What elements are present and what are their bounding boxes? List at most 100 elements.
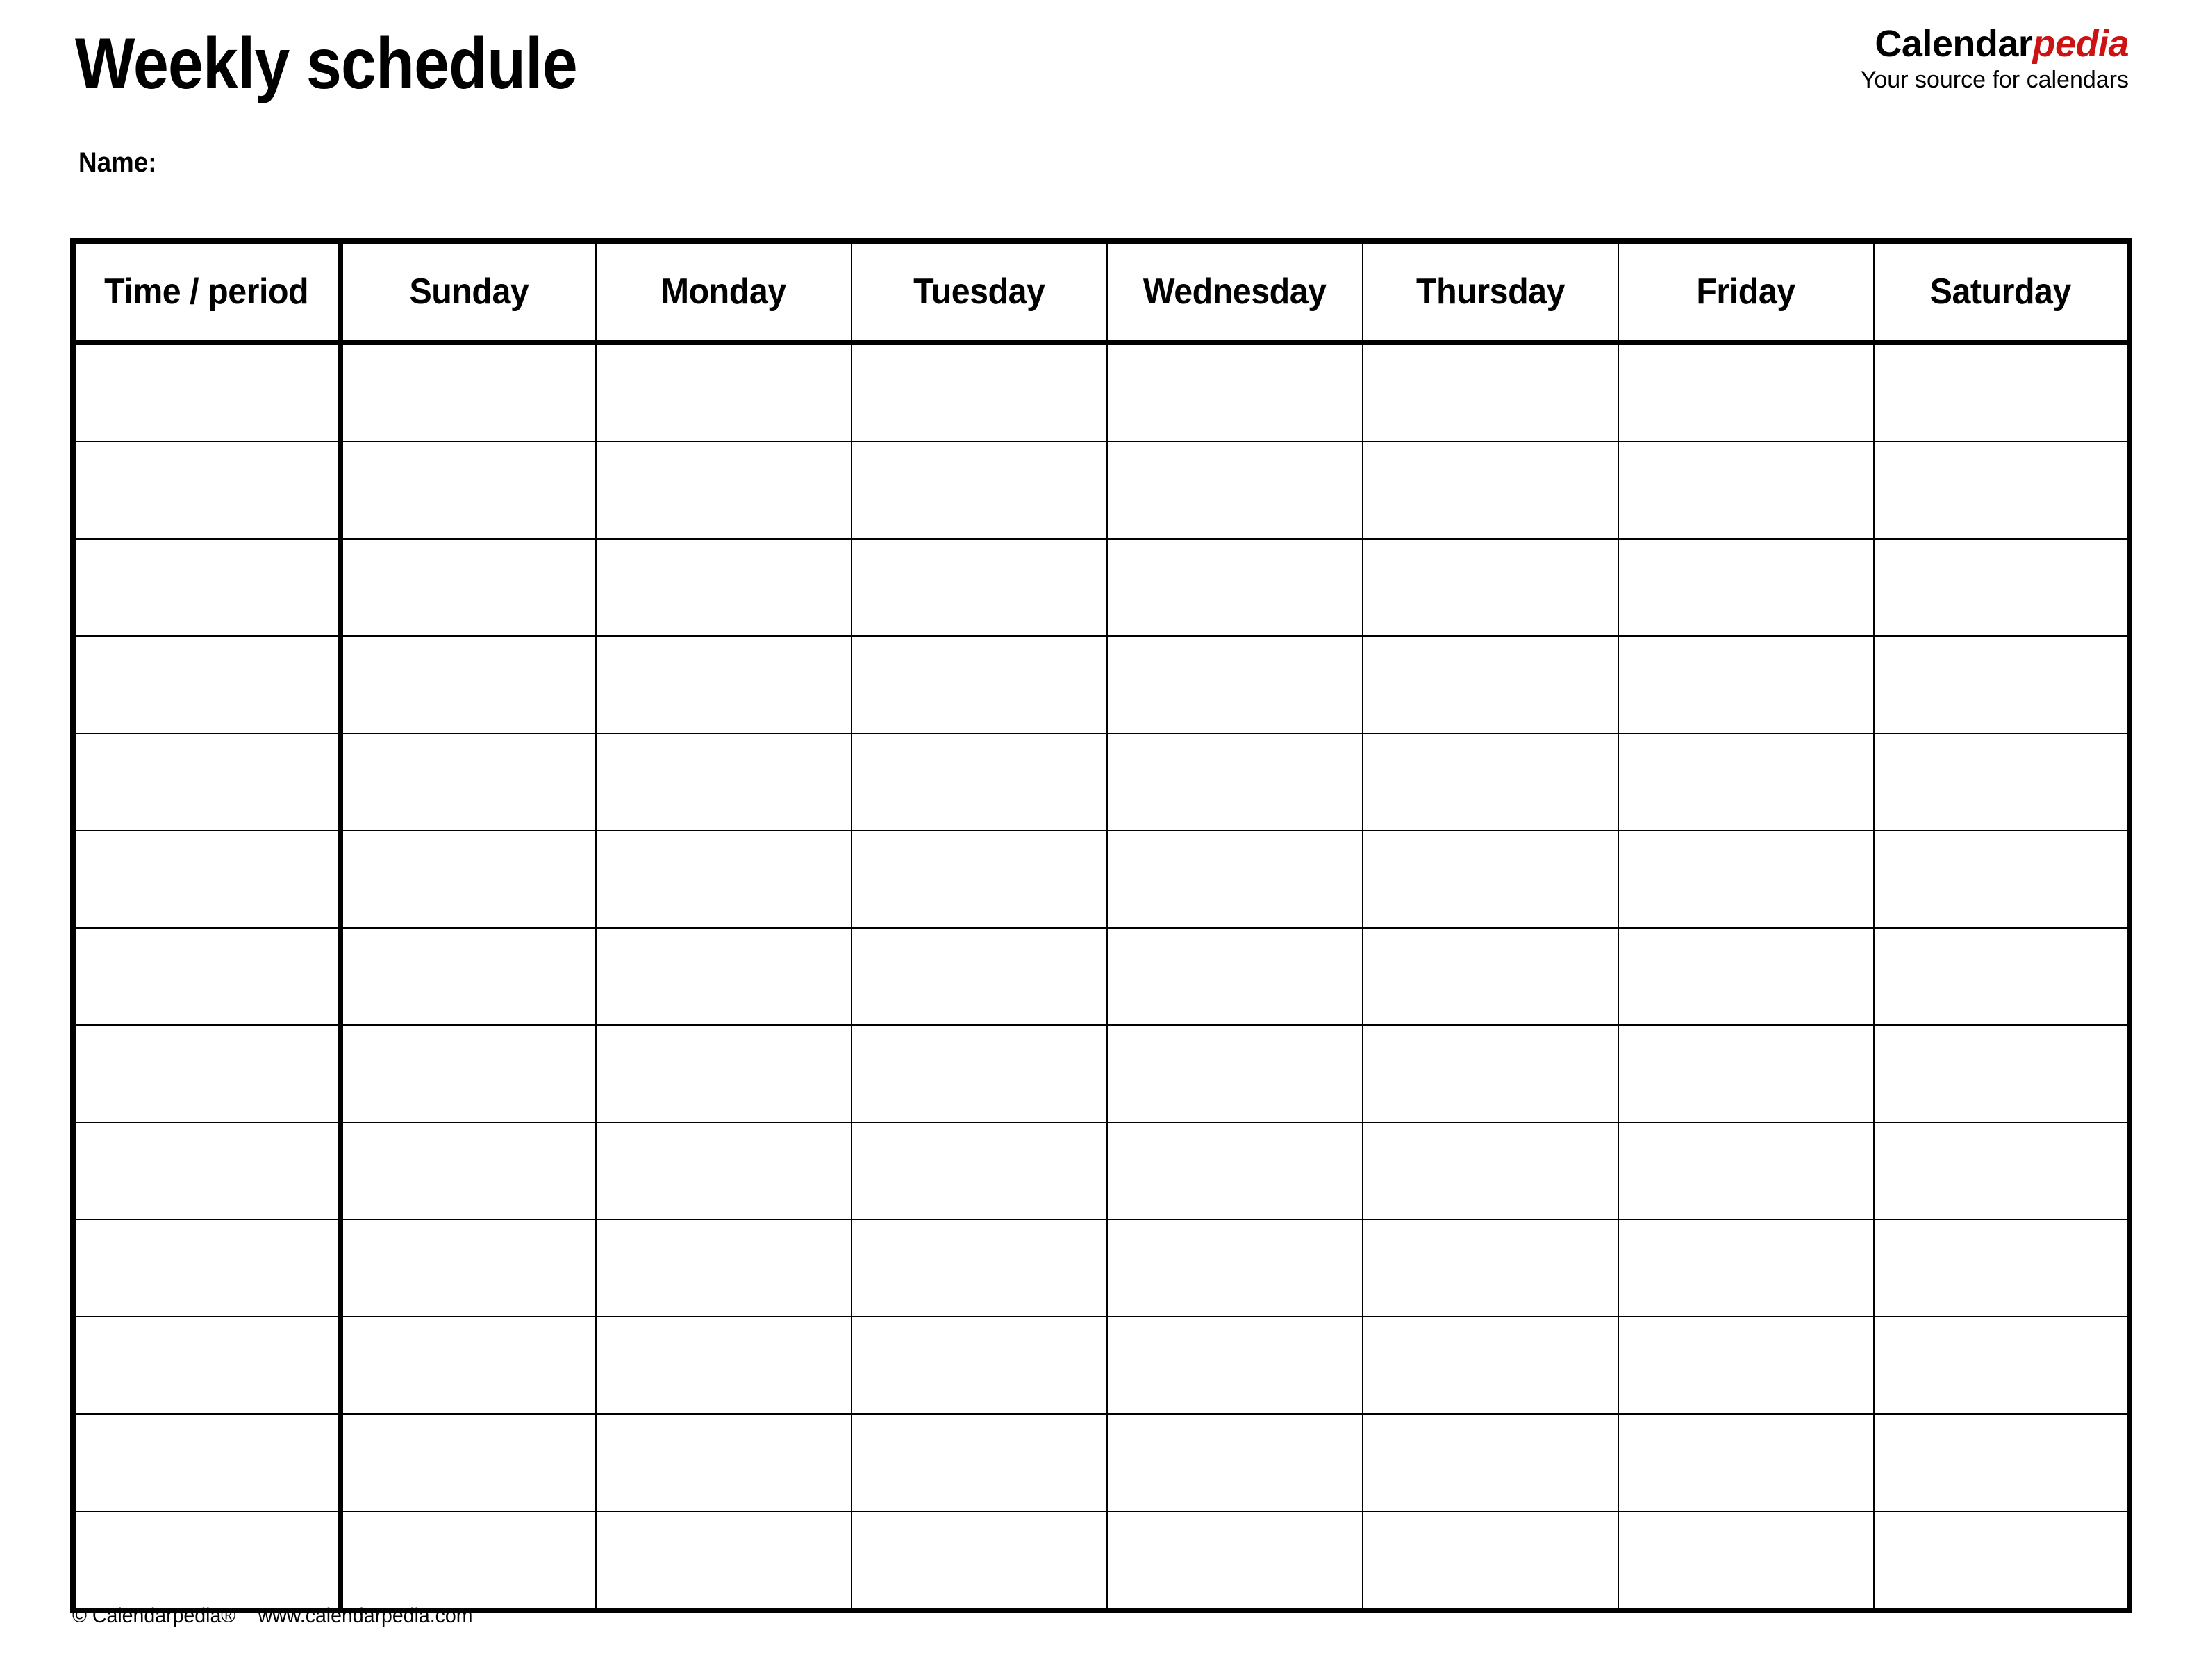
cell-day[interactable] xyxy=(595,733,852,831)
cell-day[interactable] xyxy=(1106,733,1363,831)
cell-day[interactable] xyxy=(1873,635,2132,734)
cell-day[interactable] xyxy=(1362,1413,1619,1512)
cell-day[interactable] xyxy=(1873,1219,2132,1317)
cell-day[interactable] xyxy=(595,441,852,540)
cell-day[interactable] xyxy=(340,1024,597,1123)
cell-day[interactable] xyxy=(340,441,597,540)
cell-time-period[interactable] xyxy=(70,1413,343,1512)
cell-day[interactable] xyxy=(1362,733,1619,831)
cell-day[interactable] xyxy=(595,1511,852,1613)
cell-day[interactable] xyxy=(340,830,597,929)
cell-day[interactable] xyxy=(1873,927,2132,1026)
cell-day[interactable] xyxy=(1618,441,1875,540)
cell-day[interactable] xyxy=(1362,1219,1619,1317)
cell-day[interactable] xyxy=(1873,1511,2132,1613)
cell-day[interactable] xyxy=(1362,1122,1619,1220)
cell-time-period[interactable] xyxy=(70,733,343,831)
cell-day[interactable] xyxy=(340,1511,597,1613)
cell-day[interactable] xyxy=(851,733,1108,831)
cell-day[interactable] xyxy=(851,1316,1108,1415)
cell-day[interactable] xyxy=(340,538,597,637)
footer-website[interactable]: www.calendarpedia.com xyxy=(258,1604,473,1627)
cell-time-period[interactable] xyxy=(70,1219,343,1317)
cell-day[interactable] xyxy=(1362,635,1619,734)
cell-day[interactable] xyxy=(851,1024,1108,1123)
cell-day[interactable] xyxy=(595,1219,852,1317)
cell-day[interactable] xyxy=(851,538,1108,637)
cell-day[interactable] xyxy=(1106,1511,1363,1613)
cell-day[interactable] xyxy=(1618,538,1875,637)
cell-day[interactable] xyxy=(340,342,597,442)
cell-day[interactable] xyxy=(1618,830,1875,929)
cell-day[interactable] xyxy=(1618,1122,1875,1220)
cell-time-period[interactable] xyxy=(70,1122,343,1220)
cell-day[interactable] xyxy=(595,1122,852,1220)
cell-day[interactable] xyxy=(1873,733,2132,831)
cell-day[interactable] xyxy=(1106,927,1363,1026)
cell-day[interactable] xyxy=(340,733,597,831)
cell-day[interactable] xyxy=(851,927,1108,1026)
cell-day[interactable] xyxy=(1362,1316,1619,1415)
cell-day[interactable] xyxy=(1873,1024,2132,1123)
cell-day[interactable] xyxy=(1618,927,1875,1026)
cell-day[interactable] xyxy=(1873,342,2132,442)
cell-time-period[interactable] xyxy=(70,441,343,540)
cell-time-period[interactable] xyxy=(70,830,343,929)
cell-day[interactable] xyxy=(1618,733,1875,831)
cell-day[interactable] xyxy=(1873,538,2132,637)
cell-day[interactable] xyxy=(1106,1316,1363,1415)
cell-day[interactable] xyxy=(1618,342,1875,442)
cell-day[interactable] xyxy=(595,1413,852,1512)
cell-day[interactable] xyxy=(1362,441,1619,540)
cell-day[interactable] xyxy=(851,1413,1108,1512)
cell-time-period[interactable] xyxy=(70,635,343,734)
cell-day[interactable] xyxy=(1873,1316,2132,1415)
cell-day[interactable] xyxy=(851,441,1108,540)
cell-time-period[interactable] xyxy=(70,1511,343,1613)
cell-day[interactable] xyxy=(340,1316,597,1415)
cell-day[interactable] xyxy=(1873,441,2132,540)
cell-day[interactable] xyxy=(1362,538,1619,637)
cell-day[interactable] xyxy=(1106,1122,1363,1220)
cell-day[interactable] xyxy=(1106,441,1363,540)
cell-day[interactable] xyxy=(595,1024,852,1123)
cell-time-period[interactable] xyxy=(70,1316,343,1415)
cell-day[interactable] xyxy=(595,635,852,734)
cell-day[interactable] xyxy=(595,1316,852,1415)
cell-day[interactable] xyxy=(340,1219,597,1317)
cell-time-period[interactable] xyxy=(70,538,343,637)
cell-time-period[interactable] xyxy=(70,927,343,1026)
cell-day[interactable] xyxy=(1362,1511,1619,1613)
cell-time-period[interactable] xyxy=(70,1024,343,1123)
cell-day[interactable] xyxy=(1106,538,1363,637)
cell-day[interactable] xyxy=(851,1122,1108,1220)
cell-day[interactable] xyxy=(851,1511,1108,1613)
cell-day[interactable] xyxy=(1873,1413,2132,1512)
cell-day[interactable] xyxy=(851,1219,1108,1317)
cell-day[interactable] xyxy=(1618,1219,1875,1317)
cell-day[interactable] xyxy=(595,538,852,637)
cell-day[interactable] xyxy=(1618,1316,1875,1415)
cell-day[interactable] xyxy=(1106,342,1363,442)
cell-day[interactable] xyxy=(1618,635,1875,734)
cell-day[interactable] xyxy=(1106,1219,1363,1317)
cell-day[interactable] xyxy=(595,342,852,442)
cell-day[interactable] xyxy=(1618,1024,1875,1123)
cell-day[interactable] xyxy=(1106,1024,1363,1123)
cell-day[interactable] xyxy=(1106,1413,1363,1512)
cell-day[interactable] xyxy=(1106,635,1363,734)
cell-day[interactable] xyxy=(595,830,852,929)
cell-day[interactable] xyxy=(1106,830,1363,929)
cell-day[interactable] xyxy=(1362,927,1619,1026)
cell-time-period[interactable] xyxy=(70,342,343,442)
cell-day[interactable] xyxy=(1873,830,2132,929)
cell-day[interactable] xyxy=(340,635,597,734)
cell-day[interactable] xyxy=(1873,1122,2132,1220)
cell-day[interactable] xyxy=(851,635,1108,734)
cell-day[interactable] xyxy=(1362,342,1619,442)
cell-day[interactable] xyxy=(595,927,852,1026)
cell-day[interactable] xyxy=(340,1413,597,1512)
cell-day[interactable] xyxy=(1618,1511,1875,1613)
cell-day[interactable] xyxy=(1362,1024,1619,1123)
cell-day[interactable] xyxy=(851,830,1108,929)
